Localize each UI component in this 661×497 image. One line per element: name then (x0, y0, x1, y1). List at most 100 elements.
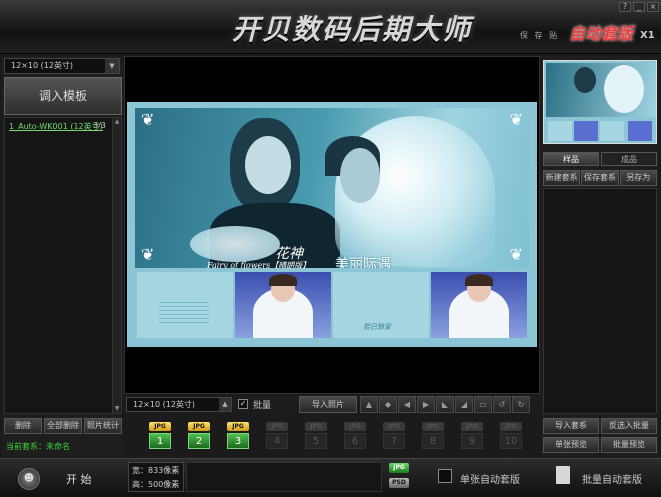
slot-number: 3 (227, 433, 249, 449)
status-box (186, 462, 382, 492)
bouquet (190, 226, 280, 262)
slot-1[interactable]: JPG 1 (142, 422, 181, 452)
import-set-button[interactable]: 导入套系 (543, 418, 599, 434)
tool-icon[interactable]: ↺ (493, 396, 511, 413)
template-list-scrollbar[interactable]: ▲ ▼ (112, 118, 121, 413)
mini-labels: 保 存 贴 (520, 31, 560, 40)
single-preview-button[interactable]: 单张预览 (543, 437, 599, 453)
template-size-select[interactable]: 12×10 (12英寸) ▼ (4, 58, 120, 74)
import-template-button[interactable]: 调入模板 (4, 77, 122, 115)
bride-hair (465, 274, 493, 286)
edition-badge: 自动套版 (569, 24, 634, 43)
width-readout: 宽：833像素 (132, 466, 180, 475)
bride-hair (269, 274, 297, 286)
set-thumbnail[interactable] (543, 60, 657, 144)
slot-number: 2 (188, 433, 210, 449)
slot-number: 7 (383, 433, 405, 449)
batch-preview-button[interactable]: 批量预览 (601, 437, 657, 453)
scroll-up-icon[interactable]: ▲ (113, 118, 121, 126)
slot-9[interactable]: JPG 9 (454, 422, 493, 452)
slot-3[interactable]: JPG 3 (220, 422, 259, 452)
jpg-icon: JPG (422, 422, 444, 431)
slot-number: 8 (422, 433, 444, 449)
height-readout: 高：500像素 (132, 480, 180, 489)
help-button[interactable]: ? (619, 2, 631, 12)
slot-7[interactable]: JPG 7 (376, 422, 415, 452)
version-label: X1 (640, 30, 655, 41)
jpg-icon: JPG (383, 422, 405, 431)
thumb-groom (574, 67, 596, 93)
delete-button[interactable]: 删除 (4, 418, 42, 434)
single-auto-label[interactable]: 单张自动套版 (460, 471, 520, 486)
thumb-slot (548, 121, 572, 141)
jpg-format-toggle[interactable]: JPG (389, 463, 409, 473)
slot-4[interactable]: JPG 4 (259, 422, 298, 452)
photo-slot[interactable] (431, 272, 527, 338)
slot-number: 6 (344, 433, 366, 449)
page-size-select[interactable]: 12×10 (12英寸) ▲ (126, 397, 232, 412)
app-title: 开贝数码后期大师 (232, 13, 473, 46)
invert-batch-button[interactable]: 反选入批量 (601, 418, 657, 434)
thumb-slot (600, 121, 624, 141)
minimize-button[interactable]: _ (633, 2, 645, 12)
new-set-button[interactable]: 新建套系 (543, 170, 581, 186)
photo-slot[interactable]: 若已锁爱 (333, 272, 429, 338)
slot-2[interactable]: JPG 2 (181, 422, 220, 452)
album-page-preview[interactable]: ❦ ❦ ❦ ❦ 花神 Fairy of flowers【晴朗版】 美丽际遇 若已… (127, 102, 537, 347)
tool-icon[interactable]: ◆ (379, 396, 397, 413)
jpg-icon: JPG (305, 422, 327, 431)
tool-icon[interactable]: ↻ (512, 396, 530, 413)
photo-slot[interactable] (137, 272, 233, 338)
delete-all-button[interactable]: 全部删除 (44, 418, 82, 434)
ornament-icon: ❦ (509, 110, 523, 129)
save-set-button[interactable]: 保存套系 (581, 170, 619, 186)
slot-10[interactable]: JPG 10 (493, 422, 532, 452)
chevron-up-icon[interactable]: ▲ (219, 398, 231, 411)
start-label[interactable]: 开 始 (66, 471, 92, 487)
template-list[interactable]: 1_Auto-WK001 (12英寸) 3/3 ▲ ▼ (4, 117, 122, 414)
tab-sample[interactable]: 样品 (543, 152, 599, 166)
single-auto-checkbox[interactable] (438, 469, 452, 483)
text-block (159, 302, 209, 326)
headline-text: 美丽际遇 (335, 257, 391, 268)
close-button[interactable]: × (647, 2, 659, 12)
document-icon[interactable] (556, 466, 570, 484)
slot-number: 10 (500, 433, 522, 449)
main-photo: ❦ ❦ ❦ ❦ 花神 Fairy of flowers【晴朗版】 美丽际遇 (135, 108, 529, 268)
template-item[interactable]: 1_Auto-WK001 (12英寸) (9, 121, 103, 132)
page-size-value: 12×10 (12英寸) (133, 400, 196, 409)
scroll-down-icon[interactable]: ▼ (113, 405, 121, 413)
save-as-button[interactable]: 另存为 (619, 170, 657, 186)
photo-slot[interactable] (235, 272, 331, 338)
set-list[interactable] (543, 188, 657, 414)
signature-text: 若已锁爱 (363, 323, 391, 331)
import-photo-button[interactable]: 导入照片 (299, 396, 357, 413)
preview-actions: 单张预览 批量预览 (543, 437, 657, 453)
slot-6[interactable]: JPG 6 (337, 422, 376, 452)
tool-icon[interactable]: ▭ (474, 396, 492, 413)
groom-face (245, 136, 291, 194)
photo-stats-button[interactable]: 照片统计 (84, 418, 122, 434)
tool-icon[interactable]: ◀ (398, 396, 416, 413)
tool-icon[interactable]: ▶ (417, 396, 435, 413)
tool-icon[interactable]: ◣ (436, 396, 454, 413)
template-actions: 删除 全部删除 照片统计 (4, 418, 122, 434)
thumb-slot (574, 121, 598, 141)
ornament-icon: ❦ (509, 245, 523, 264)
set-import-actions: 导入套系 反选入批量 (543, 418, 657, 434)
set-actions: 新建套系 保存套系 另存为 (543, 170, 657, 186)
batch-auto-label[interactable]: 批量自动套版 (582, 471, 642, 486)
tool-icon[interactable]: ◢ (455, 396, 473, 413)
batch-checkbox[interactable]: ✓ (238, 399, 248, 409)
slot-5[interactable]: JPG 5 (298, 422, 337, 452)
jpg-icon: JPG (227, 422, 249, 431)
tool-icons: ▲ ◆ ◀ ▶ ◣ ◢ ▭ ↺ ↻ (360, 396, 530, 413)
tab-finished[interactable]: 成品 (601, 152, 657, 166)
ornament-icon: ❦ (141, 110, 155, 129)
psd-format-toggle[interactable]: PSD (389, 478, 409, 488)
slot-8[interactable]: JPG 8 (415, 422, 454, 452)
chevron-down-icon[interactable]: ▼ (105, 59, 119, 73)
tool-icon[interactable]: ▲ (360, 396, 378, 413)
window-controls: ? _ × (619, 2, 659, 12)
alien-icon[interactable]: ☻ (18, 468, 40, 490)
